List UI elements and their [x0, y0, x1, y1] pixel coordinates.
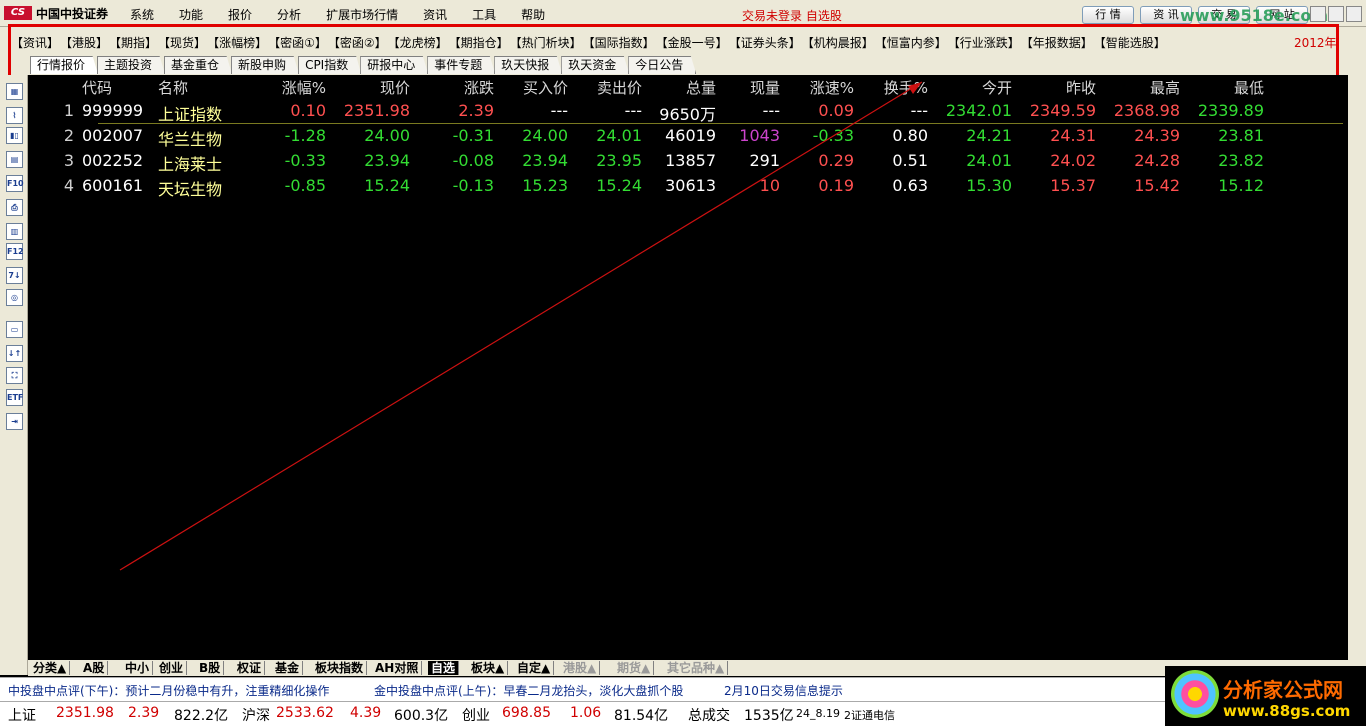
- cy-value: 698.85: [502, 705, 551, 721]
- status-bar: 上证 2351.98 2.39 822.2亿 沪深 2533.62 4.39 6…: [0, 701, 1366, 727]
- news-item[interactable]: 金中投盘中点评(上午)：早春二月龙抬头，淡化大盘抓个股: [374, 682, 683, 699]
- clock: 24_8.19: [796, 707, 840, 720]
- hs-amount: 600.3亿: [394, 708, 449, 724]
- watermark-title: 分析家公式网: [1223, 678, 1343, 702]
- sh-value: 2351.98: [56, 705, 114, 721]
- category-tab[interactable]: AH对照: [372, 661, 423, 675]
- category-tab[interactable]: 自选: [428, 661, 460, 675]
- sh-label: 上证: [8, 708, 36, 724]
- cy-amount: 81.54亿: [614, 708, 669, 724]
- category-tab[interactable]: 创业: [156, 661, 188, 675]
- category-tab[interactable]: 基金: [272, 661, 304, 675]
- total-label: 总成交: [688, 708, 730, 724]
- category-tab[interactable]: 中小: [122, 661, 154, 675]
- sh-amount: 822.2亿: [174, 708, 229, 724]
- category-tab[interactable]: 港股▲: [560, 661, 601, 675]
- category-tab[interactable]: 分类▲: [30, 661, 71, 675]
- cy-change: 1.06: [570, 705, 602, 721]
- news-ticker: 中投盘中点评(下午)：预计二月份稳中有升，注重精细化操作 金中投盘中点评(上午)…: [0, 677, 1366, 702]
- category-tab[interactable]: A股: [80, 661, 109, 675]
- annotation-arrow: [119, 81, 923, 571]
- hs-label: 沪深: [242, 708, 270, 724]
- category-tab[interactable]: 自定▲: [514, 661, 555, 675]
- category-tab[interactable]: 其它品种▲: [664, 661, 729, 675]
- category-tab[interactable]: 期货▲: [614, 661, 655, 675]
- news-item[interactable]: 中投盘中点评(下午)：预计二月份稳中有升，注重精细化操作: [8, 682, 329, 699]
- cy-label: 创业: [462, 708, 490, 724]
- watermark-bottom: 分析家公式网 www.88gs.com: [1165, 666, 1366, 726]
- flower-logo-icon: [1171, 670, 1219, 718]
- category-tab[interactable]: 板块▲: [468, 661, 509, 675]
- sh-change: 2.39: [128, 705, 160, 721]
- total-amount: 1535亿: [744, 708, 794, 724]
- category-tab[interactable]: B股: [196, 661, 225, 675]
- category-tab[interactable]: 权证: [234, 661, 266, 675]
- hs-value: 2533.62: [276, 705, 334, 721]
- category-tab[interactable]: 板块指数: [312, 661, 368, 675]
- hs-change: 4.39: [350, 705, 382, 721]
- network-status: 2证通电信: [844, 709, 895, 722]
- watermark-url: www.88gs.com: [1223, 702, 1351, 720]
- news-item[interactable]: 2月10日交易信息提示: [724, 682, 843, 699]
